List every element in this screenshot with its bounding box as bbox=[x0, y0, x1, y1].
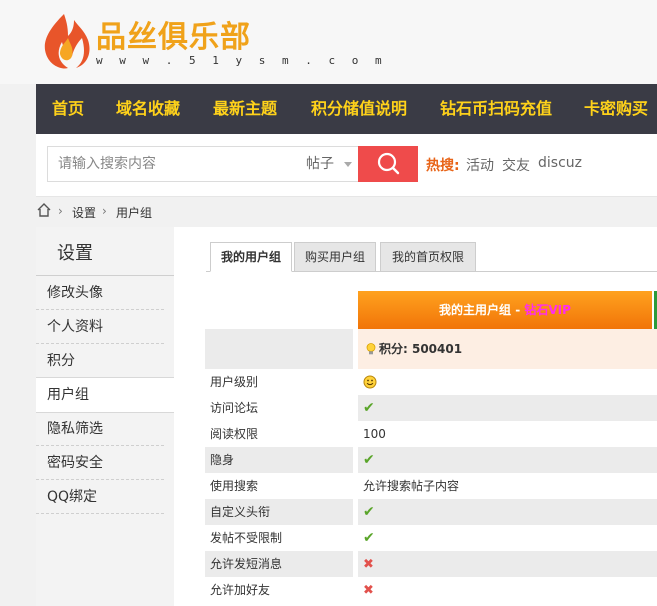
nav-item-home[interactable]: 首页 bbox=[52, 84, 84, 134]
search-type-select[interactable]: 帖子 bbox=[306, 147, 334, 181]
search-button[interactable] bbox=[358, 146, 418, 182]
permission-label: 隐身 bbox=[205, 447, 353, 473]
usergroup-header: 我的主用户组 - 钻石VIP bbox=[358, 291, 652, 329]
site-title: 品丝俱乐部 bbox=[96, 20, 251, 55]
sidebar-item-label: 密码安全 bbox=[47, 455, 103, 471]
search-box: 请输入搜索内容 帖子 bbox=[47, 146, 359, 182]
permission-row: 隐身 ✔ bbox=[205, 447, 657, 473]
usergroup-header-prefix: 我的主用户组 - bbox=[439, 303, 525, 317]
breadcrumb-settings[interactable]: 设置 bbox=[72, 204, 96, 221]
credits-value: 积分: 500401 bbox=[379, 342, 463, 356]
permission-value: ✔ bbox=[358, 499, 657, 525]
chevron-right-icon: › bbox=[58, 204, 63, 218]
chevron-down-icon[interactable] bbox=[344, 162, 352, 167]
permission-row: 访问论坛 ✔ bbox=[205, 395, 657, 421]
permission-row: 允许加好友 ✖ bbox=[205, 577, 657, 603]
credits-label-cell bbox=[205, 329, 353, 369]
cross-icon: ✖ bbox=[363, 557, 374, 572]
permission-value: ✖ bbox=[358, 577, 657, 603]
sidebar-item-label: 用户组 bbox=[47, 387, 89, 403]
sidebar-item-label: 积分 bbox=[47, 353, 75, 369]
permission-label: 使用搜索 bbox=[205, 473, 353, 499]
permission-label: 自定义头衔 bbox=[205, 499, 353, 525]
permission-value: ✖ bbox=[358, 551, 657, 577]
main-nav: 首页 域名收藏 最新主题 积分储值说明 钻石币扫码充值 卡密购买 bbox=[36, 84, 657, 134]
permission-value: 100 bbox=[358, 421, 657, 447]
permission-row: 自定义头衔 ✔ bbox=[205, 499, 657, 525]
permission-row: 发帖不受限制 ✔ bbox=[205, 525, 657, 551]
permission-value: 允许搜索帖子内容 bbox=[358, 473, 657, 499]
lightbulb-icon bbox=[366, 343, 376, 355]
main-content: 设置 修改头像 个人资料 积分 用户组 隐私筛选 密码安全 QQ绑定 我的用户组… bbox=[36, 227, 657, 606]
permission-label: 允许加好友 bbox=[205, 577, 353, 603]
sidebar-item-label: 个人资料 bbox=[47, 319, 103, 335]
nav-item-latest[interactable]: 最新主题 bbox=[213, 84, 277, 134]
credits-value-cell: 积分: 500401 bbox=[358, 329, 657, 369]
site-header: 品丝俱乐部 w w w . 5 1 y s m . c o m bbox=[0, 0, 657, 84]
permission-value: ✔ bbox=[358, 395, 657, 421]
sidebar-item-privacy[interactable]: 隐私筛选 bbox=[36, 412, 174, 446]
tab-my-usergroup[interactable]: 我的用户组 bbox=[210, 242, 292, 272]
sidebar-item-usergroup[interactable]: 用户组 bbox=[36, 377, 174, 413]
permission-label: 用户级别 bbox=[205, 369, 353, 395]
check-icon: ✔ bbox=[363, 400, 375, 416]
credits-row: 积分: 500401 bbox=[205, 329, 657, 369]
site-url: w w w . 5 1 y s m . c o m bbox=[96, 54, 387, 67]
permission-row: 阅读权限 100 bbox=[205, 421, 657, 447]
sidebar-item-password[interactable]: 密码安全 bbox=[36, 446, 174, 480]
site-logo[interactable]: 品丝俱乐部 w w w . 5 1 y s m . c o m bbox=[38, 10, 382, 74]
permission-label: 访问论坛 bbox=[205, 395, 353, 421]
hot-search-link[interactable]: 活动 bbox=[466, 155, 494, 175]
sidebar-title: 设置 bbox=[57, 243, 93, 264]
sidebar-item-label: 修改头像 bbox=[47, 285, 103, 301]
check-icon: ✔ bbox=[363, 504, 375, 520]
permission-value bbox=[358, 369, 657, 395]
permission-row: 使用搜索 允许搜索帖子内容 bbox=[205, 473, 657, 499]
search-input[interactable]: 请输入搜索内容 bbox=[58, 147, 278, 181]
sidebar-item-label: QQ绑定 bbox=[47, 489, 98, 505]
nav-item-domains[interactable]: 域名收藏 bbox=[116, 84, 180, 134]
hot-search-label: 热搜: bbox=[426, 158, 460, 174]
settings-sidebar: 设置 修改头像 个人资料 积分 用户组 隐私筛选 密码安全 QQ绑定 bbox=[36, 227, 174, 606]
home-icon[interactable] bbox=[36, 202, 52, 218]
usergroup-name[interactable]: 钻石VIP bbox=[524, 303, 571, 317]
permission-label: 发帖不受限制 bbox=[205, 525, 353, 551]
flame-logo-icon bbox=[44, 14, 90, 69]
nav-item-card-purchase[interactable]: 卡密购买 bbox=[584, 84, 648, 134]
sidebar-item-label: 隐私筛选 bbox=[47, 421, 103, 437]
sidebar-item-credits[interactable]: 积分 bbox=[36, 344, 174, 378]
divider bbox=[36, 513, 164, 514]
nav-item-credits-info[interactable]: 积分储值说明 bbox=[311, 84, 407, 134]
sidebar-item-profile[interactable]: 个人资料 bbox=[36, 310, 174, 344]
tab-homepage-permissions[interactable]: 我的首页权限 bbox=[380, 242, 476, 272]
permission-row: 允许发短消息 ✖ bbox=[205, 551, 657, 577]
chevron-right-icon: › bbox=[102, 204, 107, 218]
permission-row: 用户级别 bbox=[205, 369, 657, 395]
hot-search-link[interactable]: discuz bbox=[538, 155, 582, 171]
permission-value: ✔ bbox=[358, 447, 657, 473]
permission-label: 阅读权限 bbox=[205, 421, 353, 447]
breadcrumb-usergroup[interactable]: 用户组 bbox=[116, 204, 152, 221]
permission-value: ✔ bbox=[358, 525, 657, 551]
check-icon: ✔ bbox=[363, 452, 375, 468]
search-icon bbox=[377, 152, 400, 175]
permission-label: 允许发短消息 bbox=[205, 551, 353, 577]
nav-item-recharge[interactable]: 钻石币扫码充值 bbox=[440, 84, 552, 134]
search-bar: 请输入搜索内容 帖子 热搜: 活动 交友 discuz bbox=[36, 134, 657, 197]
check-icon: ✔ bbox=[363, 530, 375, 546]
smiley-icon bbox=[363, 375, 377, 389]
tab-buy-usergroup[interactable]: 购买用户组 bbox=[294, 242, 376, 272]
sidebar-item-avatar[interactable]: 修改头像 bbox=[36, 276, 174, 310]
sidebar-item-qq[interactable]: QQ绑定 bbox=[36, 480, 174, 514]
hot-search-link[interactable]: 交友 bbox=[502, 155, 530, 175]
cross-icon: ✖ bbox=[363, 583, 374, 598]
